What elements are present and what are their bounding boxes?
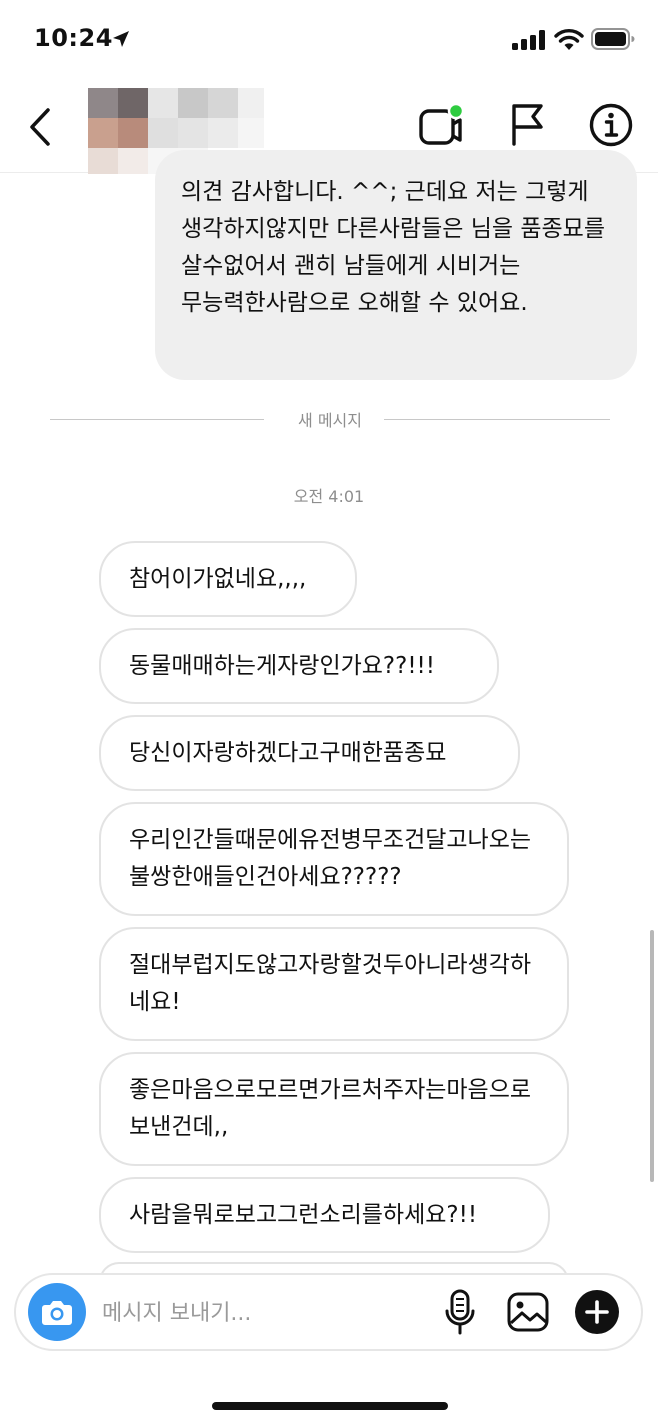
status-time: 10:24 xyxy=(34,24,113,52)
received-message-bubble[interactable]: 당신이자랑하겠다고구매한품종묘 xyxy=(99,715,520,791)
message-input[interactable] xyxy=(100,1289,414,1337)
cellular-signal-icon xyxy=(512,30,545,50)
wifi-icon xyxy=(554,29,584,50)
received-message-bubble[interactable]: 사람을뭐로보고그런소리를하세요?!! xyxy=(99,1177,550,1253)
received-message-bubble[interactable]: 동물매매하는게자랑인가요??!!! xyxy=(99,628,499,704)
received-message-text: 사람을뭐로보고그런소리를하세요?!! xyxy=(129,1201,478,1228)
received-message-text: 동물매매하는게자랑인가요??!!! xyxy=(129,652,435,679)
battery-icon xyxy=(591,28,635,50)
gallery-icon[interactable] xyxy=(506,1291,550,1333)
video-chat-icon[interactable] xyxy=(418,102,466,150)
flag-icon[interactable] xyxy=(508,102,548,146)
sent-message-bubble[interactable]: 의견 감사합니다. ^^; 근데요 저는 그렇게 생각하지않지만 다른사람들은 … xyxy=(155,150,637,380)
message-timestamp: 오전 4:01 xyxy=(293,487,365,506)
status-bar: 10:24 xyxy=(0,0,658,80)
camera-icon xyxy=(42,1301,72,1325)
new-messages-divider: 새 메시지 xyxy=(50,407,610,433)
sent-message-text: 의견 감사합니다. ^^; 근데요 저는 그렇게 생각하지않지만 다른사람들은 … xyxy=(181,179,613,316)
received-message-text: 좋은마음으로모르면가르처주자는마음으로보낸건데,, xyxy=(129,1077,532,1140)
received-message-text: 당신이자랑하겠다고구매한품종묘 xyxy=(129,739,447,766)
info-icon[interactable] xyxy=(588,102,634,148)
received-message-text: 우리인간들때문에유전병무조건달고나오는불쌍한애들인건아세요????? xyxy=(129,827,532,890)
plus-icon[interactable] xyxy=(574,1289,620,1335)
scrollbar[interactable] xyxy=(650,930,654,1182)
message-composer xyxy=(14,1273,643,1351)
new-messages-label: 새 메시지 xyxy=(298,411,362,430)
received-message-bubble[interactable]: 우리인간들때문에유전병무조건달고나오는불쌍한애들인건아세요????? xyxy=(99,802,569,916)
home-indicator[interactable] xyxy=(212,1402,448,1410)
received-message-bubble[interactable]: 좋은마음으로모르면가르처주자는마음으로보낸건데,, xyxy=(99,1052,569,1166)
microphone-icon[interactable] xyxy=(444,1289,476,1335)
received-message-text: 절대부럽지도않고자랑할것두아니라생각하네요! xyxy=(129,952,532,1015)
camera-button[interactable] xyxy=(28,1283,86,1341)
received-message-bubble[interactable]: 참어이가없네요,,,, xyxy=(99,541,357,617)
location-arrow-icon xyxy=(113,31,129,47)
chevron-left-icon[interactable] xyxy=(26,106,56,148)
received-message-bubble[interactable]: 절대부럽지도않고자랑할것두아니라생각하네요! xyxy=(99,927,569,1041)
received-message-text: 참어이가없네요,,,, xyxy=(129,565,307,592)
